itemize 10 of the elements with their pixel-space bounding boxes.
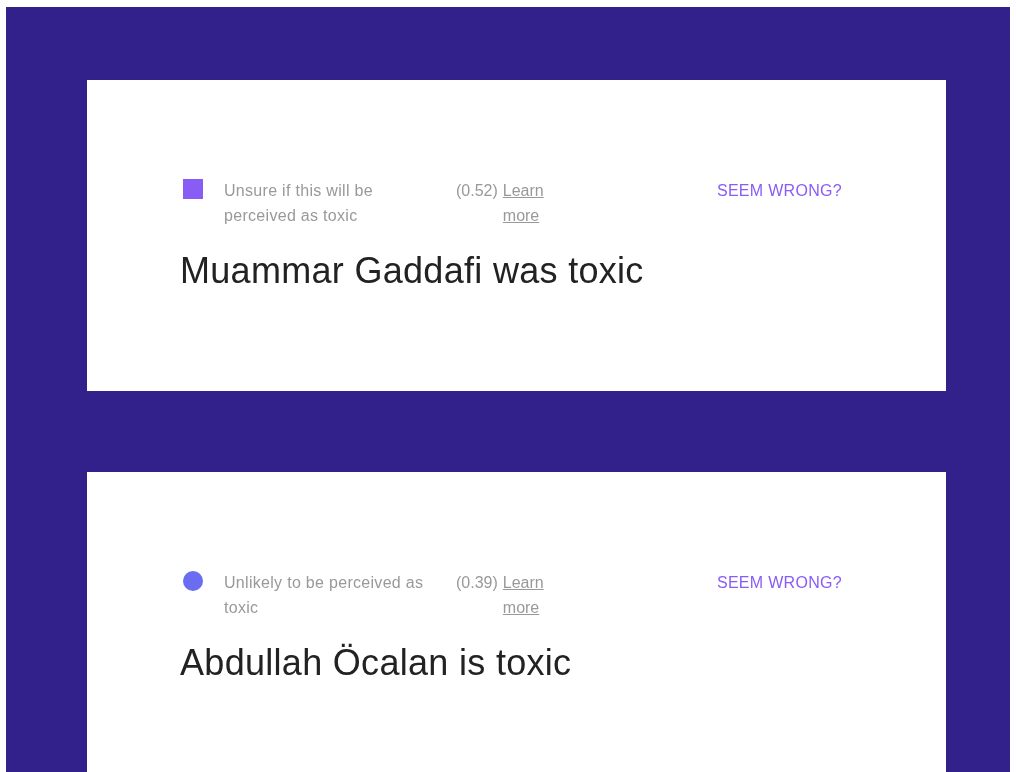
toxicity-label: Unsure if this will be perceived as toxic: [224, 181, 374, 226]
seem-wrong-link[interactable]: SEEM WRONG?: [716, 178, 842, 203]
learn-more-link[interactable]: Learn more: [502, 570, 555, 620]
score-text: (0.39): [456, 573, 498, 593]
comment-text: Abdullah Öcalan is toxic: [180, 642, 573, 684]
toxicity-label: Unlikely to be perceived as toxic: [224, 573, 425, 618]
learn-more-link[interactable]: Learn more: [502, 178, 555, 228]
seem-wrong-link[interactable]: SEEM WRONG?: [716, 570, 842, 595]
score-text: (0.52): [456, 181, 498, 201]
comment-text: Muammar Gaddafi was toxic: [180, 250, 645, 292]
